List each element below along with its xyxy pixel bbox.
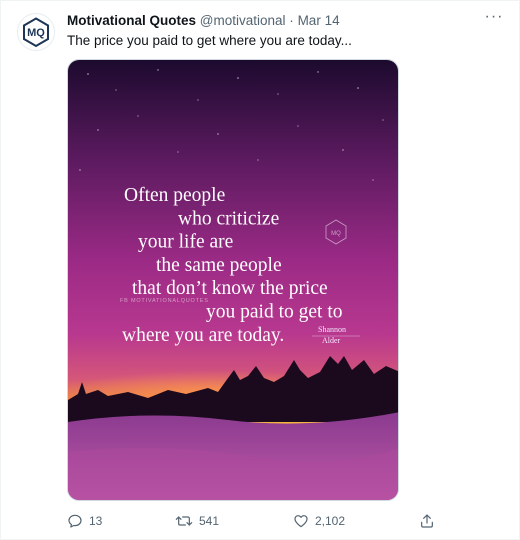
tweet-text: The price you paid to get where you are … — [67, 33, 352, 48]
quote-line: where you are today. — [122, 325, 284, 346]
quote-author-first: Shannon — [318, 325, 346, 334]
quote-line: your life are — [138, 232, 233, 253]
share-icon — [421, 514, 433, 528]
share-button[interactable] — [419, 509, 435, 533]
retweet-button[interactable]: 541 — [175, 509, 219, 533]
retweet-icon — [175, 516, 193, 526]
tweet-header: Motivational Quotes @motivational · Mar … — [67, 12, 487, 30]
quote-line: Often people — [124, 185, 225, 206]
quote-line: you paid to get to — [206, 302, 342, 323]
watermark-text: FB MOTIVATIONALQUOTES — [120, 298, 209, 304]
more-options-button[interactable]: ··· — [483, 9, 505, 29]
avatar-logo-text: MQ — [27, 27, 45, 39]
quote-line: who criticize — [178, 208, 279, 229]
avatar[interactable]: MQ — [17, 13, 55, 51]
reply-count: 13 — [89, 514, 103, 528]
quote-line: the same people — [156, 255, 282, 276]
heart-icon — [294, 515, 308, 528]
quote-line: that don’t know the price — [132, 278, 328, 299]
tweet-image[interactable]: Often people who criticize your life are th… — [67, 59, 399, 501]
like-button[interactable]: 2,102 — [293, 509, 345, 533]
author-name[interactable]: Motivational Quotes — [67, 13, 196, 28]
retweet-count: 541 — [199, 514, 220, 528]
header-separator: · — [289, 13, 294, 28]
svg-text:MQ: MQ — [331, 231, 341, 237]
reply-button[interactable]: 13 — [67, 509, 102, 533]
tweet-date[interactable]: Mar 14 — [298, 13, 340, 28]
quote-author-last: Alder — [322, 336, 341, 345]
tweet-actions: 13 541 2,102 — [61, 509, 441, 533]
author-handle[interactable]: @motivational — [200, 13, 286, 28]
like-count: 2,102 — [315, 514, 346, 528]
tweet-card[interactable]: MQ Motivational Quotes @motivational · M… — [0, 0, 520, 540]
reply-icon — [68, 514, 82, 528]
